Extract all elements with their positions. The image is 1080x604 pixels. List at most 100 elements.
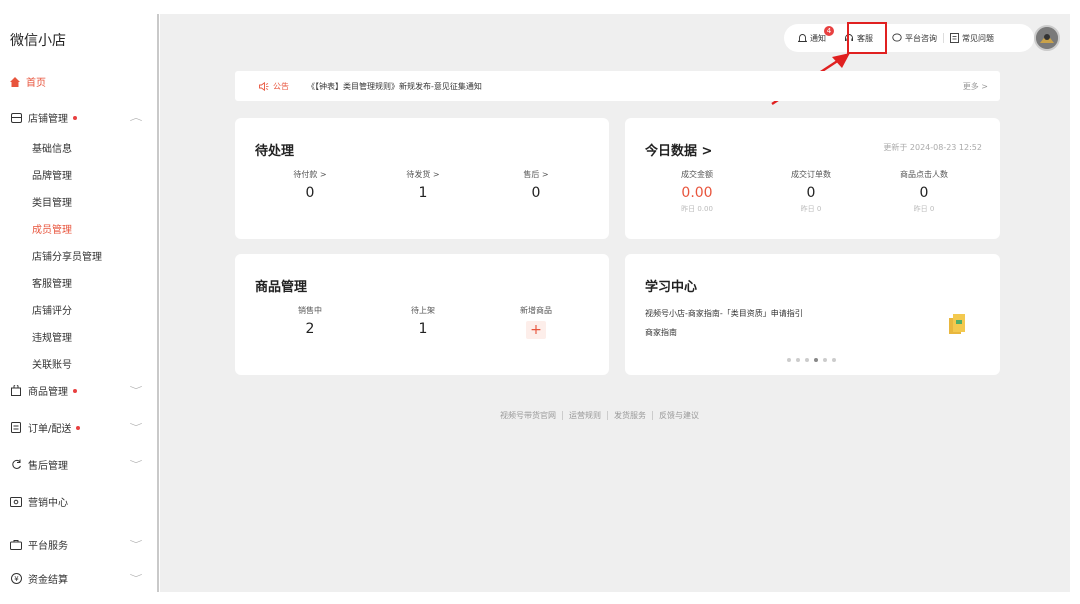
stat-label: 待发货 > [406,170,440,179]
carousel-dot[interactable] [805,358,809,362]
sidebar-group-label: 平台服务 [28,541,68,552]
footer-links: 视频号带货官网 运营规则 发货服务 反馈与建议 [500,410,699,421]
brand-title: 微信小店 [10,33,66,49]
today-gmv: 成交金额 0.00 昨日 0.00 [652,169,742,214]
goods-on-sale[interactable]: 销售中 2 [265,305,355,337]
carousel-dot[interactable] [796,358,800,362]
stat-label: 成交订单数 [791,170,831,179]
chevron-down-icon: ﹀ [129,540,143,549]
sidebar-group-aftersale[interactable]: 售后管理 ﹀ [10,457,142,472]
stat-value: 0.00 [681,185,713,201]
alert-dot [73,115,77,120]
add-goods-button[interactable]: 新增商品 + [491,305,581,339]
pending-title: 待处理 [255,144,295,159]
sidebar-divider [157,14,159,592]
sidebar-group-label: 订单/配送 [28,424,72,435]
today-data-card: 今日数据 > 更新于 2024-08-23 12:52 成交金额 0.00 昨日… [625,118,1000,239]
yen-icon: ¥ [10,573,22,585]
footer-link[interactable]: 运营规则 [569,410,601,421]
order-icon [10,422,22,434]
footer-link[interactable]: 反馈与建议 [659,410,699,421]
sidebar-item-linked-accounts[interactable]: 关联账号 [32,356,72,371]
sidebar-group-label: 营销中心 [28,498,68,509]
sidebar-group-platform[interactable]: 平台服务 ﹀ [10,537,142,552]
stat-yesterday: 昨日 0 [800,205,822,213]
stat-value: 1 [418,321,428,337]
today-clicks: 商品点击人数 0 昨日 0 [879,169,969,214]
sidebar-item-members[interactable]: 成员管理 [32,221,72,236]
chevron-up-icon: ︿ [129,113,143,122]
footer-link[interactable]: 视频号带货官网 [500,410,556,421]
carousel-dot-active[interactable] [814,358,818,362]
divider [652,411,653,420]
carousel-dot[interactable] [823,358,827,362]
sidebar-item-category[interactable]: 类目管理 [32,194,72,209]
sidebar-item-brand[interactable]: 品牌管理 [32,167,72,182]
divider [607,411,608,420]
faq-button[interactable]: 常见问题 [950,33,994,44]
notify-badge: 4 [824,26,834,36]
sidebar-item-service[interactable]: 客服管理 [32,275,72,290]
speaker-icon [259,81,269,91]
sidebar-group-label: 售后管理 [28,461,68,472]
notice-more-link[interactable]: 更多 > [963,81,988,92]
refresh-icon [10,459,22,471]
bag-icon [10,385,22,397]
learning-article[interactable]: 视频号小店-商家指南-「类目资质」申请指引 [645,308,803,319]
stat-label: 销售中 [298,306,322,315]
stat-value: 0 [919,185,929,201]
alert-dot [76,425,81,430]
divider [562,411,563,420]
sidebar-item-rating[interactable]: 店铺评分 [32,302,72,317]
coupon-icon [10,496,22,508]
today-data-title[interactable]: 今日数据 > [645,140,712,159]
carousel-dot[interactable] [787,358,791,362]
alert-dot [73,388,77,393]
pending-card: 待处理 待付款 > 0 待发货 > 1 售后 > 0 [235,118,609,239]
carousel-dot[interactable] [832,358,836,362]
sidebar-group-marketing[interactable]: 营销中心 [10,494,138,509]
notify-button[interactable]: 通知 [798,33,826,44]
sidebar-group-store[interactable]: 店铺管理 ︿ [10,110,142,125]
pending-unpaid[interactable]: 待付款 > 0 [265,169,355,201]
stat-value: 0 [806,185,816,201]
sidebar-group-label: 商品管理 [28,387,68,398]
notice-label: 公告 [273,81,289,91]
chevron-down-icon: ﹀ [129,423,143,432]
sidebar-item-violations[interactable]: 违规管理 [32,329,72,344]
footer-link[interactable]: 发货服务 [614,410,646,421]
stat-label: 待付款 > [293,170,327,179]
notice-text[interactable]: 《【钟表】类目管理规则》新规发布-意见征集通知 [307,81,482,92]
chevron-down-icon: ﹀ [129,386,143,395]
briefcase-icon [10,539,22,551]
faq-label: 常见问题 [962,33,994,43]
sidebar: 微信小店 首页 店铺管理 ︿ 基础信息 品牌管理 类目管理 成员管理 店铺分享员… [0,0,158,604]
home-icon [10,76,20,87]
sidebar-group-orders[interactable]: 订单/配送 ﹀ [10,420,142,435]
platform-consult-button[interactable]: 平台咨询 [892,33,937,44]
sidebar-item-sharers[interactable]: 店铺分享员管理 [32,248,102,263]
notice-bar[interactable]: 公告 《【钟表】类目管理规则》新规发布-意见征集通知 更多 > [235,71,1000,101]
stat-yesterday: 昨日 0 [913,205,935,213]
goods-pending-listing[interactable]: 待上架 1 [378,305,468,337]
pending-to-ship[interactable]: 待发货 > 1 [378,169,468,201]
learning-card: 学习中心 视频号小店-商家指南-「类目资质」申请指引 商家指南 [625,254,1000,375]
sidebar-item-label: 首页 [26,78,46,89]
stat-value: 0 [305,185,315,201]
top-toolbar: 通知 4 客服 平台咨询 常见问题 [784,24,1034,52]
carousel-dots[interactable] [787,358,836,362]
notice-label-group: 公告 [259,81,289,92]
sidebar-item-basic-info[interactable]: 基础信息 [32,140,72,155]
sidebar-item-home[interactable]: 首页 [10,74,46,89]
goods-title: 商品管理 [255,280,308,295]
learning-title: 学习中心 [645,280,698,295]
books-illustration-icon [949,314,965,334]
sidebar-group-finance[interactable]: ¥ 资金结算 ﹀ [10,571,142,586]
sidebar-group-goods[interactable]: 商品管理 ﹀ [10,383,142,398]
pending-aftersale[interactable]: 售后 > 0 [491,169,581,201]
stat-label: 售后 > [523,170,549,179]
sidebar-group-label: 资金结算 [28,575,68,586]
avatar[interactable] [1034,25,1060,51]
sidebar-group-label: 店铺管理 [28,114,68,125]
store-icon [10,112,22,124]
